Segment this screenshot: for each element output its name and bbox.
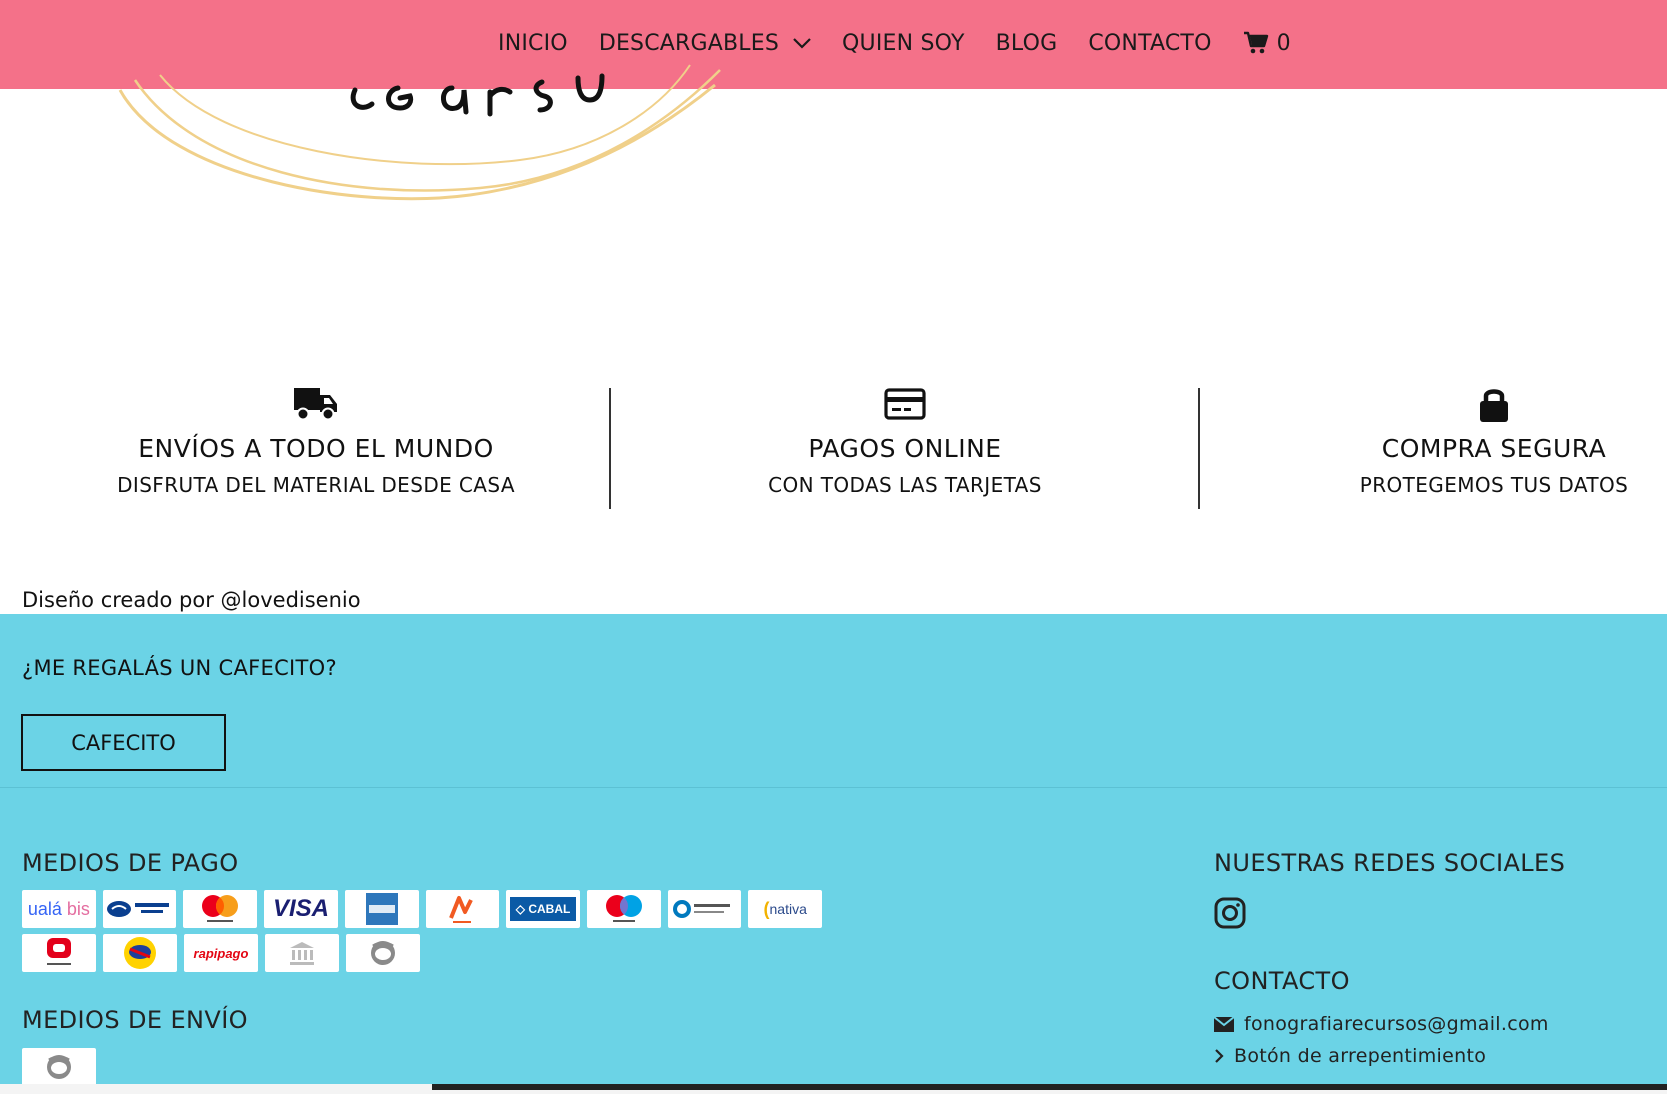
scrollbar-track[interactable] [432,1084,1667,1090]
benefit-title: ENVÍOS A TODO EL MUNDO [138,434,494,463]
regret-button-link[interactable]: Botón de arrepentimiento [1214,1045,1486,1067]
payment-logo-argencard [22,934,96,972]
benefit-subtitle: DISFRUTA DEL MATERIAL DESDE CASA [117,473,515,497]
contact-email-text: fonografiarecursos@gmail.com [1244,1013,1549,1035]
payment-logo-amex [344,890,419,928]
shopping-cart-icon [1243,31,1268,54]
payment-logo-naranja [425,890,500,928]
nav-inicio[interactable]: INICIO [498,31,568,56]
truck-icon [294,388,337,421]
benefit-subtitle: CON TODAS LAS TARJETAS [768,473,1042,497]
envelope-icon [1214,1016,1234,1032]
payment-logo-mercadopago [102,890,177,928]
designer-credit[interactable]: Diseño creado por @lovedisenio [22,588,361,612]
payment-logo-diners [667,890,742,928]
shipping-heading: MEDIOS DE ENVÍO [22,1006,248,1034]
benefit-title: PAGOS ONLINE [808,434,1002,463]
payment-logo-maestro [586,890,661,928]
main-menu: INICIO DESCARGABLES QUIEN SOY BLOG CONTA… [498,28,1291,58]
benefit-payments: PAGOS ONLINE CON TODAS LAS TARJETAS [635,384,1175,497]
nav-descargables-label: DESCARGABLES [598,30,780,56]
cafecito-question: ¿ME REGALÁS UN CAFECITO? [22,656,337,680]
social-heading: NUESTRAS REDES SOCIALES [1214,849,1566,877]
payment-logo-rapipago: rapipago [184,934,258,972]
divider [1198,388,1200,509]
credit-card-icon [884,388,926,420]
shipping-logo [22,1048,96,1086]
payment-logo-nativa: (nativa [748,890,823,928]
cart-count: 0 [1276,30,1291,56]
payment-logo-mastercard [183,890,258,928]
benefit-secure: COMPRA SEGURA PROTEGEMOS TUS DATOS [1224,384,1667,497]
contact-email[interactable]: fonografiarecursos@gmail.com [1214,1013,1549,1035]
nav-quien-soy[interactable]: QUIEN SOY [842,31,965,56]
lock-icon [1480,389,1508,422]
contact-heading: CONTACTO [1214,967,1350,995]
benefit-title: COMPRA SEGURA [1381,434,1607,463]
payment-logo-visa: VISA [264,890,338,928]
chevron-right-icon [1215,1049,1224,1063]
payment-logo-cabal: ◇ CABAL [506,890,580,928]
bank-icon [265,934,339,972]
bottom-scrollbar [0,1084,1667,1094]
payment-heading: MEDIOS DE PAGO [22,849,239,877]
regret-link-text: Botón de arrepentimiento [1234,1045,1487,1067]
cafecito-button[interactable]: CAFECITO [21,714,226,771]
divider [609,388,611,509]
instagram-icon[interactable] [1214,897,1246,929]
nav-contacto[interactable]: CONTACTO [1088,31,1211,56]
benefit-subtitle: PROTEGEMOS TUS DATOS [1359,473,1629,497]
payment-logo-uala: ualá bis [22,890,96,928]
benefit-shipping: ENVÍOS A TODO EL MUNDO DISFRUTA DEL MATE… [46,384,586,497]
footer-divider [0,787,1667,788]
cash-icon [346,934,420,972]
chevron-down-icon [793,38,811,49]
nav-blog[interactable]: BLOG [996,31,1058,56]
cart-button[interactable]: 0 [1243,31,1291,56]
site-logo [118,64,721,201]
payment-logo-pagofacil [103,934,177,972]
nav-descargables[interactable]: DESCARGABLES [599,31,811,56]
payment-methods: ualá bis VISA ◇ CABAL (nativa rapipago [22,890,823,978]
